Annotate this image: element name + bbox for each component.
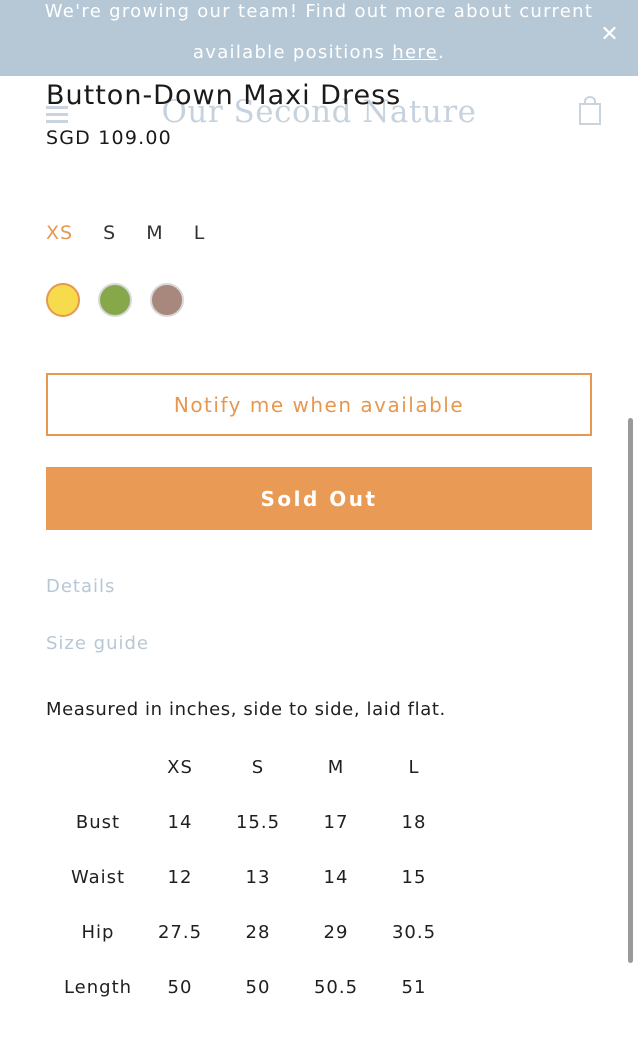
table-header-cell — [55, 740, 141, 795]
table-row-label: Length — [63, 977, 133, 998]
table-header-cell: S — [251, 757, 265, 778]
table-cell: 27.5 — [157, 922, 203, 943]
table-row-label: Waist — [70, 867, 126, 888]
size-guide-link[interactable]: Size guide — [46, 633, 149, 654]
table-cell: 15.5 — [235, 812, 281, 833]
announcement-banner: We're growing our team! Find out more ab… — [0, 0, 638, 76]
table-cell: 50 — [167, 977, 193, 998]
color-swatch-yellow[interactable] — [46, 283, 80, 317]
close-icon[interactable]: ✕ — [600, 22, 620, 47]
table-cell: 28 — [245, 922, 271, 943]
size-option-s[interactable]: S — [103, 222, 116, 244]
table-row: Waist 12 13 14 15 — [55, 850, 453, 905]
table-cell: 18 — [401, 812, 427, 833]
table-row: Length 50 50 50.5 51 — [55, 960, 453, 1015]
size-option-l[interactable]: L — [194, 222, 206, 244]
color-selector — [46, 283, 197, 321]
table-cell: 30.5 — [391, 922, 437, 943]
sold-out-button[interactable]: Sold Out — [46, 467, 592, 530]
table-cell: 51 — [401, 977, 427, 998]
table-row: Bust 14 15.5 17 18 — [55, 795, 453, 850]
size-option-xs[interactable]: XS — [46, 222, 73, 244]
table-header-cell: XS — [167, 757, 193, 778]
size-guide-note: Measured in inches, side to side, laid f… — [46, 699, 446, 720]
table-row: Hip 27.5 28 29 30.5 — [55, 905, 453, 960]
table-cell: 29 — [323, 922, 349, 943]
table-cell: 15 — [401, 867, 427, 888]
shopping-bag-icon[interactable] — [578, 96, 602, 126]
table-row-label: Hip — [81, 922, 115, 943]
details-link[interactable]: Details — [46, 576, 115, 597]
color-swatch-green[interactable] — [98, 283, 133, 317]
table-cell: 17 — [323, 812, 349, 833]
banner-text-line2: available positions here. — [0, 42, 638, 63]
banner-careers-link[interactable]: here — [392, 42, 438, 63]
page-scrollbar[interactable] — [628, 418, 633, 963]
size-selector: XS S M L — [46, 222, 229, 244]
banner-text-line1: We're growing our team! Find out more ab… — [44, 1, 594, 22]
table-cell: 13 — [245, 867, 271, 888]
color-swatch-taupe[interactable] — [150, 283, 185, 317]
table-header-cell: L — [408, 757, 420, 778]
table-cell: 50 — [245, 977, 271, 998]
product-title: Button-Down Maxi Dress — [46, 80, 402, 111]
table-header-row: XS S M L — [55, 740, 453, 795]
banner-text-prefix: available positions — [192, 42, 393, 63]
notify-me-button[interactable]: Notify me when available — [46, 373, 592, 436]
table-header-cell: M — [327, 757, 345, 778]
table-row-label: Bust — [75, 812, 121, 833]
table-cell: 14 — [323, 867, 349, 888]
size-guide-table: XS S M L Bust 14 15.5 17 18 Waist 12 13 … — [55, 740, 453, 1015]
size-option-m[interactable]: M — [146, 222, 163, 244]
banner-text-suffix: . — [438, 42, 446, 63]
table-cell: 50.5 — [313, 977, 359, 998]
table-cell: 12 — [167, 867, 193, 888]
table-cell: 14 — [167, 812, 193, 833]
